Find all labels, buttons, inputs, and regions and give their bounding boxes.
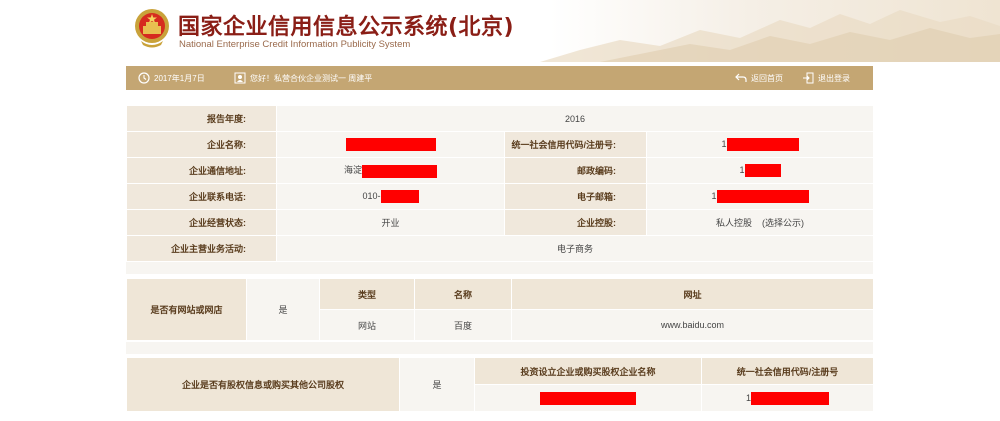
table-row: 企业经营状态: 开业 企业控股: 私人控股 (选择公示) bbox=[126, 209, 875, 236]
company-name-value bbox=[276, 131, 505, 158]
home-button[interactable]: 返回首页 bbox=[735, 66, 783, 90]
company-name-label: 企业名称: bbox=[126, 131, 277, 158]
redaction-block bbox=[716, 190, 809, 203]
table-row: 是否有网站或网店 是 类型 名称 网址 bbox=[126, 278, 874, 341]
return-arrow-icon bbox=[735, 73, 747, 82]
section-spacer bbox=[126, 262, 873, 274]
national-emblem-icon bbox=[135, 9, 169, 48]
website-type-cell: 网站 bbox=[319, 309, 415, 341]
status-label: 企业经营状态: bbox=[126, 209, 277, 236]
logout-label: 退出登录 bbox=[818, 73, 850, 83]
phone-prefix: 010- bbox=[362, 190, 381, 201]
credit-code-value: 1 bbox=[645, 131, 875, 158]
logout-icon bbox=[803, 72, 814, 84]
equity-info-table: 企业是否有股权信息或购买其他公司股权 是 投资设立企业或购买股权企业名称 统一社… bbox=[126, 357, 874, 412]
redaction-block bbox=[540, 391, 636, 405]
report-year-value: 2016 bbox=[275, 105, 875, 132]
table-row: 企业通信地址: 海淀 邮政编码: 1 bbox=[126, 157, 875, 184]
section-spacer bbox=[126, 342, 873, 354]
mountain-landscape-decoration bbox=[540, 10, 1000, 62]
holding-text: 私人控股 bbox=[716, 218, 753, 228]
table-row: 企业主营业务活动: 电子商务 bbox=[126, 235, 875, 262]
date-text: 2017年1月7日 bbox=[154, 73, 205, 83]
system-title: 国家企业信用信息公示系统(北京) bbox=[178, 15, 515, 40]
table-row: 企业联系电话: 010- 电子邮箱: 1 bbox=[126, 183, 875, 210]
website-answer: 是 bbox=[246, 278, 320, 341]
user-card-icon bbox=[234, 72, 246, 84]
address-label: 企业通信地址: bbox=[126, 157, 277, 184]
top-navbar: 2017年1月7日 您好！私营合伙企业测试一 周建平 返回首页 退出登录 bbox=[126, 66, 873, 90]
redaction-block bbox=[345, 138, 436, 151]
holding-value: 私人控股 (选择公示) bbox=[645, 209, 875, 236]
holding-label: 企业控股: bbox=[504, 209, 647, 236]
status-value: 开业 bbox=[276, 209, 505, 236]
business-value: 电子商务 bbox=[275, 235, 875, 262]
column-header-invested-company: 投资设立企业或购买股权企业名称 bbox=[474, 357, 702, 385]
invested-company-cell bbox=[474, 384, 702, 412]
email-value: 1 bbox=[645, 183, 875, 210]
equity-question: 企业是否有股权信息或购买其他公司股权 bbox=[126, 357, 400, 412]
logout-button[interactable]: 退出登录 bbox=[802, 66, 850, 90]
system-subtitle: National Enterprise Credit Information P… bbox=[179, 39, 411, 50]
table-row: 报告年度: 2016 bbox=[126, 105, 875, 132]
address-value: 海淀 bbox=[276, 157, 505, 184]
redaction-block bbox=[380, 190, 419, 203]
site-header: 国家企业信用信息公示系统(北京) National Enterprise Cre… bbox=[0, 0, 1000, 62]
website-url-cell: www.baidu.com bbox=[511, 309, 874, 341]
credit-code-label: 统一社会信用代码/注册号: bbox=[504, 131, 647, 158]
greeting-text: 您好！私营合伙企业测试一 周建平 bbox=[250, 73, 373, 83]
phone-value: 010- bbox=[276, 183, 505, 210]
redaction-block bbox=[362, 164, 437, 178]
invested-credit-code-cell: 1 bbox=[701, 384, 874, 412]
home-label: 返回首页 bbox=[751, 73, 783, 83]
column-header-type: 类型 bbox=[319, 278, 415, 310]
column-header-name: 名称 bbox=[414, 278, 512, 310]
redaction-block bbox=[726, 138, 799, 151]
user-greeting: 您好！私营合伙企业测试一 周建平 bbox=[234, 66, 372, 90]
redaction-block bbox=[751, 391, 829, 405]
business-label: 企业主营业务活动: bbox=[126, 235, 277, 262]
website-question: 是否有网站或网店 bbox=[126, 278, 247, 341]
website-name-cell: 百度 bbox=[414, 309, 512, 341]
equity-answer: 是 bbox=[399, 357, 475, 412]
report-basic-info-table: 报告年度: 2016 企业名称: 统一社会信用代码/注册号: 1 企业通信地址:… bbox=[126, 105, 875, 262]
phone-label: 企业联系电话: bbox=[126, 183, 277, 210]
redaction-block bbox=[744, 164, 781, 177]
postcode-value: 1 bbox=[645, 157, 875, 184]
date-display: 2017年1月7日 bbox=[138, 66, 205, 90]
address-prefix: 海淀 bbox=[343, 165, 362, 176]
table-row: 企业是否有股权信息或购买其他公司股权 是 投资设立企业或购买股权企业名称 统一社… bbox=[126, 357, 874, 412]
report-year-label: 报告年度: bbox=[126, 105, 277, 132]
postcode-label: 邮政编码: bbox=[504, 157, 647, 184]
column-header-credit-code: 统一社会信用代码/注册号 bbox=[701, 357, 874, 385]
email-label: 电子邮箱: bbox=[504, 183, 647, 210]
clock-icon bbox=[138, 72, 150, 84]
holding-note: (选择公示) bbox=[762, 218, 805, 228]
website-info-table: 是否有网站或网店 是 类型 名称 网址 网站 百度 www.baidu.com bbox=[126, 278, 874, 341]
table-row: 企业名称: 统一社会信用代码/注册号: 1 bbox=[126, 131, 875, 158]
column-header-url: 网址 bbox=[511, 278, 874, 310]
